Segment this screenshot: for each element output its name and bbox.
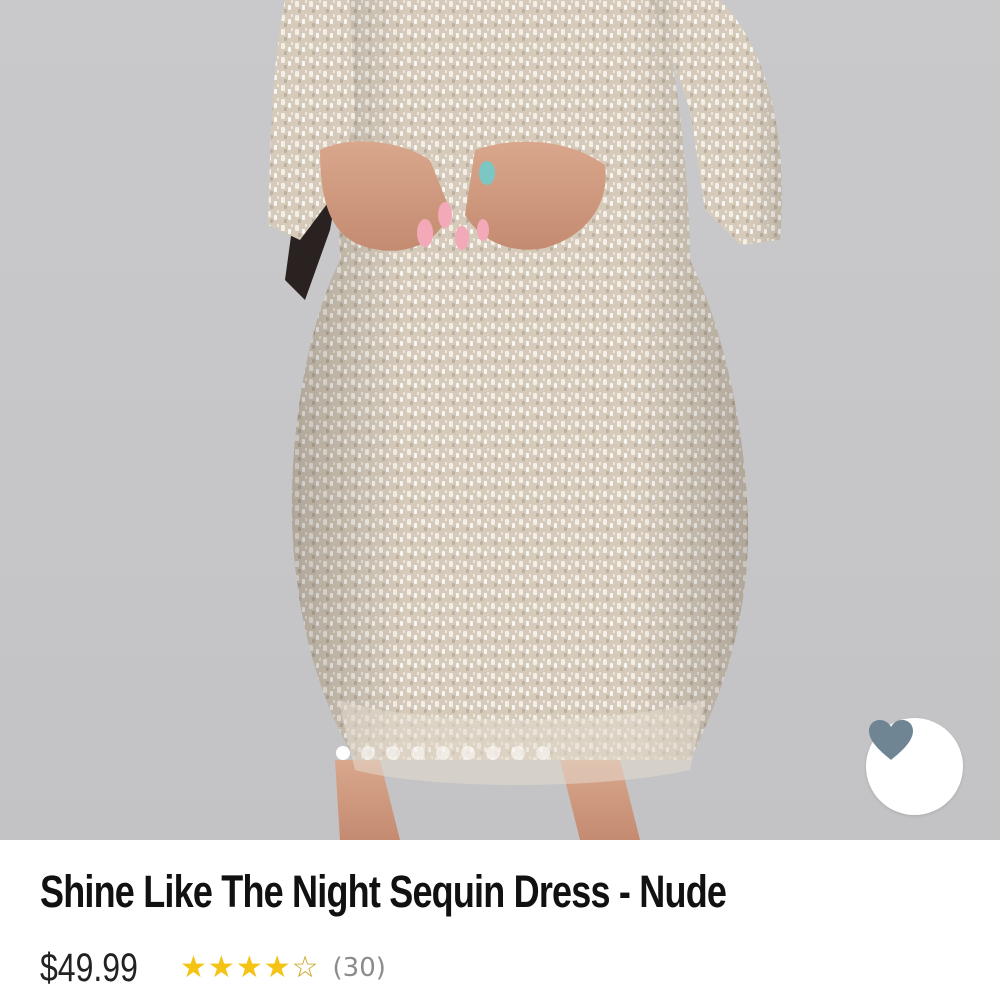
star-filled-icon: ★ xyxy=(207,950,235,985)
carousel-dot[interactable] xyxy=(386,746,400,760)
carousel-dot[interactable] xyxy=(461,746,475,760)
carousel-dot[interactable] xyxy=(411,746,425,760)
carousel-dot[interactable] xyxy=(486,746,500,760)
heart-icon xyxy=(869,720,913,760)
star-filled-icon: ★ xyxy=(263,950,291,985)
price-rating-row: $49.99 ★ ★ ★ ★ ☆ (30) xyxy=(40,943,386,993)
carousel-dot[interactable] xyxy=(536,746,550,760)
rating-stars[interactable]: ★ ★ ★ ★ ☆ xyxy=(180,953,319,983)
carousel-dot[interactable] xyxy=(361,746,375,760)
product-price: $49.99 xyxy=(40,945,138,990)
product-detail-screen: Shine Like The Night Sequin Dress - Nude… xyxy=(0,0,1000,1000)
product-title: Shine Like The Night Sequin Dress - Nude xyxy=(40,866,727,917)
product-photo xyxy=(268,0,782,840)
carousel-dot[interactable] xyxy=(511,746,525,760)
star-filled-icon: ★ xyxy=(235,950,263,985)
carousel-indicator xyxy=(336,745,550,761)
product-image-gallery[interactable] xyxy=(0,0,1000,840)
favorite-button[interactable] xyxy=(866,718,963,815)
star-filled-icon: ★ xyxy=(180,950,207,985)
star-empty-icon: ☆ xyxy=(291,950,319,985)
carousel-dot[interactable] xyxy=(336,746,350,760)
carousel-dot[interactable] xyxy=(436,746,450,760)
product-info: Shine Like The Night Sequin Dress - Nude… xyxy=(0,840,1000,1000)
review-count[interactable]: (30) xyxy=(333,953,386,983)
